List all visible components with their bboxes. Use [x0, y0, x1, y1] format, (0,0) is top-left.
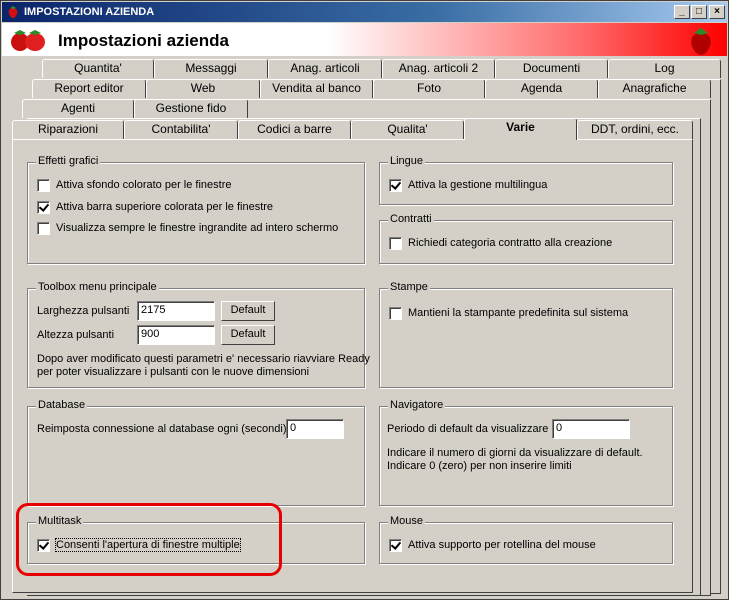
tab-log[interactable]: Log	[608, 59, 721, 78]
effetti-grafici-group: Effetti grafici Attiva sfondo colorato p…	[27, 155, 365, 264]
tab-vendita-al-banco[interactable]: Vendita al banco	[260, 79, 373, 98]
multitask-group: Multitask Consenti l'apertura di finestr…	[27, 515, 365, 564]
tab-ddt-ordini[interactable]: DDT, ordini, ecc.	[577, 120, 693, 139]
checkbox[interactable]	[37, 221, 50, 235]
group-title: Lingue	[388, 155, 426, 167]
checkbox-label: Attiva la gestione multilingua	[408, 179, 548, 191]
tab-agenda[interactable]: Agenda	[485, 79, 598, 98]
window-title: IMPOSTAZIONI AZIENDA	[24, 6, 155, 18]
altezza-input[interactable]: 900	[137, 325, 215, 345]
strawberries-logo-icon	[11, 30, 45, 51]
navigatore-label: Periodo di default da visualizzare	[387, 423, 549, 435]
tab-foto[interactable]: Foto	[373, 79, 485, 98]
stampe-group: Stampe Mantieni la stampante predefinita…	[379, 281, 673, 388]
title-bar[interactable]: IMPOSTAZIONI AZIENDA _ □ ×	[2, 2, 727, 22]
database-label: Reimposta connessione al database ogni (…	[37, 423, 287, 435]
toolbox-note-line1: Dopo aver modificato questi parametri e'…	[37, 353, 370, 365]
checkbox-finestre-multiple[interactable]: Consenti l'apertura di finestre multiple	[37, 538, 241, 552]
mouse-group: Mouse Attiva supporto per rotellina del …	[379, 515, 673, 564]
toolbox-group: Toolbox menu principale Larghezza pulsan…	[27, 281, 370, 388]
checkbox[interactable]	[37, 200, 50, 214]
group-title: Effetti grafici	[36, 155, 101, 167]
tab-anagrafiche[interactable]: Anagrafiche	[598, 79, 711, 98]
tab-messaggi[interactable]: Messaggi	[154, 59, 268, 78]
toolbox-note-line2: per poter visualizzare i pulsanti con le…	[37, 366, 310, 378]
checkbox-rotellina-mouse[interactable]: Attiva supporto per rotellina del mouse	[389, 538, 596, 552]
altezza-label: Altezza pulsanti	[37, 329, 115, 341]
maximize-button[interactable]: □	[691, 5, 707, 19]
tab-anag-articoli[interactable]: Anag. articoli	[268, 59, 382, 78]
tab-documenti[interactable]: Documenti	[495, 59, 608, 78]
checkbox-label: Attiva sfondo colorato per le finestre	[56, 179, 232, 191]
tab-riparazioni[interactable]: Riparazioni	[12, 120, 124, 139]
altezza-default-button[interactable]: Default	[221, 325, 275, 345]
checkbox[interactable]	[37, 178, 50, 192]
larghezza-input[interactable]: 2175	[137, 301, 215, 321]
checkbox[interactable]	[389, 178, 402, 192]
checkbox-barra-superiore[interactable]: Attiva barra superiore colorata per le f…	[37, 200, 273, 214]
larghezza-default-button[interactable]: Default	[221, 301, 275, 321]
checkbox-sfondo-colorato[interactable]: Attiva sfondo colorato per le finestre	[37, 178, 231, 192]
minimize-button[interactable]: _	[674, 5, 690, 19]
group-title: Toolbox menu principale	[36, 281, 159, 293]
group-title: Database	[36, 399, 88, 411]
checkbox-stampante-predefinita[interactable]: Mantieni la stampante predefinita sul si…	[389, 306, 628, 320]
tab-qualita[interactable]: Qualita'	[351, 120, 464, 139]
tab-varie[interactable]: Varie	[464, 118, 577, 140]
checkbox[interactable]	[37, 538, 50, 552]
navigatore-note-line2: Indicare 0 (zero) per non inserire limit…	[387, 460, 572, 472]
checkbox[interactable]	[389, 306, 402, 320]
header-banner: Impostazioni azienda	[2, 23, 727, 56]
header-title: Impostazioni azienda	[58, 31, 229, 50]
settings-window: IMPOSTAZIONI AZIENDA _ □ × Impostazioni …	[0, 0, 729, 600]
group-title: Stampe	[388, 281, 430, 293]
navigatore-periodo-input[interactable]: 0	[552, 419, 630, 439]
tab-codici-a-barre[interactable]: Codici a barre	[238, 120, 351, 139]
database-seconds-input[interactable]: 0	[286, 419, 344, 439]
tab-anag-articoli-2[interactable]: Anag. articoli 2	[382, 59, 495, 78]
navigatore-group: Navigatore Periodo di default da visuali…	[379, 399, 673, 506]
checkbox-finestre-ingrandite[interactable]: Visualizza sempre le finestre ingrandite…	[37, 221, 338, 235]
checkbox-label: Attiva supporto per rotellina del mouse	[408, 539, 596, 551]
strawberry-icon	[8, 6, 18, 18]
tab-quantita[interactable]: Quantita'	[42, 59, 154, 78]
checkbox-label: Attiva barra superiore colorata per le f…	[56, 201, 274, 213]
group-title: Multitask	[36, 515, 84, 527]
tab-contabilita[interactable]: Contabilita'	[124, 120, 238, 139]
checkbox-label: Consenti l'apertura di finestre multiple	[55, 538, 241, 552]
tab-gestione-fido[interactable]: Gestione fido	[134, 99, 248, 118]
group-title: Mouse	[388, 515, 426, 527]
checkbox-label: Richiedi categoria contratto alla creazi…	[408, 237, 613, 249]
checkbox-label: Mantieni la stampante predefinita sul si…	[408, 307, 629, 319]
checkbox-label: Visualizza sempre le finestre ingrandite…	[56, 222, 339, 234]
checkbox[interactable]	[389, 236, 402, 250]
larghezza-label: Larghezza pulsanti	[37, 305, 130, 317]
tab-report-editor[interactable]: Report editor	[32, 79, 146, 98]
checkbox-categoria-contratto[interactable]: Richiedi categoria contratto alla creazi…	[389, 236, 612, 250]
tab-agenti[interactable]: Agenti	[22, 99, 134, 118]
lingue-group: Lingue Attiva la gestione multilingua	[379, 155, 673, 205]
contratti-group: Contratti Richiedi categoria contratto a…	[379, 213, 673, 264]
strawberry-icon	[691, 28, 711, 55]
tab-web[interactable]: Web	[146, 79, 260, 98]
checkbox-multilingua[interactable]: Attiva la gestione multilingua	[389, 178, 547, 192]
database-group: Database Reimposta connessione al databa…	[27, 399, 365, 506]
varie-tab-content: Effetti grafici Attiva sfondo colorato p…	[12, 139, 693, 593]
group-title: Navigatore	[388, 399, 446, 411]
navigatore-note-line1: Indicare il numero di giorni da visualiz…	[387, 447, 643, 459]
checkbox[interactable]	[389, 538, 402, 552]
group-title: Contratti	[388, 213, 434, 225]
close-button[interactable]: ×	[709, 5, 725, 19]
